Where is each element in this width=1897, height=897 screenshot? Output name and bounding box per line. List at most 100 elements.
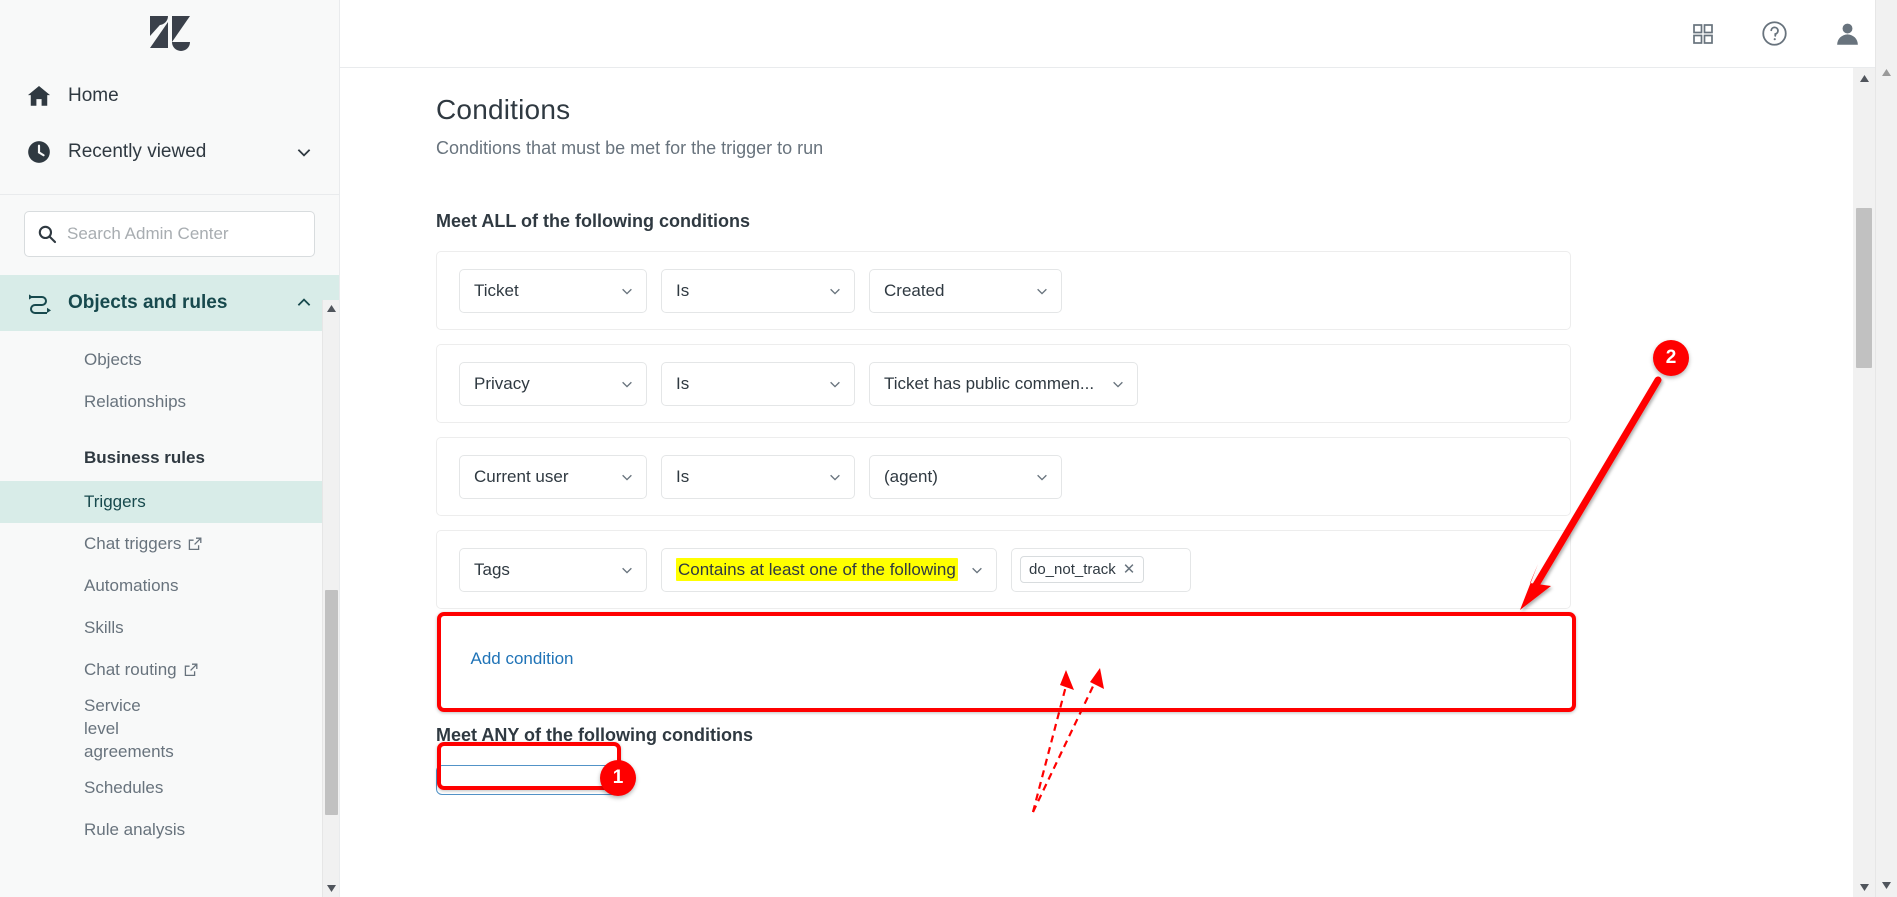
chevron-down-icon [620,377,634,391]
sidebar-item-objects-label: Objects [84,349,142,369]
condition-operator-select[interactable]: Contains at least one of the following [661,547,997,592]
condition-row-privacy: Privacy Is Ticket has public commen... [436,344,1571,423]
condition-value-select[interactable]: (agent) [869,454,1062,499]
sidebar-section-objects-and-rules[interactable]: Objects and rules [0,275,339,331]
inner-scroll-thumb[interactable] [1856,208,1872,368]
meet-any-group-title: Meet ANY of the following conditions [436,725,753,745]
sidebar-item-home[interactable]: Home [0,68,339,124]
condition-operator-value: Contains at least one of the following [676,557,958,582]
help-question-icon[interactable] [1761,20,1788,47]
sidebar-item-recently-viewed[interactable]: Recently viewed [0,124,339,180]
tag-chip[interactable]: do_not_track ✕ [1020,556,1145,583]
condition-value-text: Ticket has public commen... [884,373,1095,393]
condition-value-text: Created [884,280,945,300]
chevron-up-icon[interactable] [295,294,313,312]
external-link-icon [184,663,198,677]
sidebar-item-service-level-agreements-label: Service level agreements [84,696,174,761]
search-box[interactable] [24,211,315,257]
sidebar-item-chat-routing[interactable]: Chat routing [0,649,339,691]
sidebar-item-chat-triggers[interactable]: Chat triggers [0,523,339,565]
sidebar-item-chat-routing-label: Chat routing [84,659,177,679]
inner-scroll-down-arrow[interactable] [1853,877,1875,897]
sidebar-item-rule-analysis[interactable]: Rule analysis [0,810,339,852]
condition-field-select[interactable]: Privacy [459,361,647,406]
condition-value-select[interactable]: Ticket has public commen... [869,361,1138,406]
sidebar-item-relationships[interactable]: Relationships [0,381,339,423]
sidebar-sub-list: Objects Relationships Business rules Tri… [0,331,339,852]
chevron-down-icon [828,470,842,484]
sidebar-scroll-down-arrow[interactable] [323,880,339,897]
sidebar-scroll-thumb[interactable] [325,590,338,815]
condition-field-select[interactable]: Tags [459,547,647,592]
external-link-icon [188,537,202,551]
condition-value-text: (agent) [884,466,938,486]
page-scroll-down-arrow[interactable] [1876,875,1897,895]
zendesk-logo-icon [149,16,190,51]
inner-scrollbar[interactable] [1853,68,1875,897]
sidebar-scrollbar[interactable] [322,300,339,897]
search-input[interactable] [67,224,302,244]
sidebar-item-skills-label: Skills [84,617,124,637]
add-condition-button[interactable]: Add condition [436,639,608,679]
annotation-badge-2: 2 [1653,340,1689,376]
page-subtitle: Conditions that must be met for the trig… [436,138,824,158]
condition-operator-value: Is [676,466,690,486]
sidebar-item-service-level-agreements[interactable]: Service level agreements [0,691,200,768]
tag-chip-label: do_not_track [1029,561,1116,578]
zendesk-logo[interactable] [0,0,339,68]
search-icon [37,224,57,244]
top-bar [340,0,1897,68]
sidebar-top-nav: Home Recently viewed [0,68,339,188]
sidebar-group-business-rules-label: Business rules [84,447,205,467]
condition-field-value: Current user [474,466,569,486]
sidebar-item-home-label: Home [68,85,119,106]
condition-operator-value: Is [676,280,690,300]
chevron-down-icon [620,563,634,577]
sidebar-item-objects[interactable]: Objects [0,339,339,381]
sidebar-item-automations-label: Automations [84,575,179,595]
sidebar-item-relationships-label: Relationships [84,391,187,411]
objects-rules-icon [26,290,60,316]
chevron-down-icon [828,377,842,391]
chevron-down-icon [1111,377,1125,391]
condition-field-select[interactable]: Current user [459,454,647,499]
search-container [0,195,339,275]
chevron-down-icon [1035,284,1049,298]
sidebar-scroll-up-arrow[interactable] [323,300,339,317]
chevron-down-icon[interactable] [295,143,313,161]
sidebar-item-automations[interactable]: Automations [0,565,339,607]
sidebar-group-business-rules: Business rules [0,437,339,479]
condition-field-value: Tags [474,559,510,579]
sidebar-item-triggers-label: Triggers [84,491,146,511]
chevron-down-icon [970,563,984,577]
sidebar-item-triggers[interactable]: Triggers [0,481,339,523]
condition-operator-select[interactable]: Is [661,268,855,313]
condition-tags-input[interactable]: do_not_track ✕ [1011,547,1191,592]
sidebar-item-schedules-label: Schedules [84,778,164,798]
condition-operator-select[interactable]: Is [661,361,855,406]
condition-field-value: Privacy [474,373,530,393]
sidebar-item-schedules[interactable]: Schedules [0,768,339,810]
clock-icon [26,139,60,165]
inner-scroll-up-arrow[interactable] [1853,68,1875,88]
app-root: Home Recently viewed Search Admin Center… [0,0,1897,897]
condition-row-ticket: Ticket Is Created [436,251,1571,330]
condition-field-select[interactable]: Ticket [459,268,647,313]
sidebar-item-skills[interactable]: Skills [0,607,339,649]
page-scrollbar[interactable] [1875,0,1897,897]
page-scroll-up-arrow[interactable] [1876,62,1897,82]
condition-field-value: Ticket [474,280,519,300]
user-avatar-icon[interactable] [1834,20,1861,47]
sidebar-item-rule-analysis-label: Rule analysis [84,820,186,840]
sidebar: Home Recently viewed Search Admin Center… [0,0,340,897]
condition-value-select[interactable]: Created [869,268,1062,313]
sidebar-item-chat-triggers-label: Chat triggers [84,533,182,553]
main-content: Conditions Conditions that must be met f… [340,68,1853,897]
chevron-down-icon [620,284,634,298]
chevron-down-icon [1035,470,1049,484]
close-icon[interactable]: ✕ [1123,562,1136,577]
apps-grid-icon[interactable] [1691,22,1715,46]
condition-operator-select[interactable]: Is [661,454,855,499]
chevron-down-icon [828,284,842,298]
condition-operator-value: Is [676,373,690,393]
